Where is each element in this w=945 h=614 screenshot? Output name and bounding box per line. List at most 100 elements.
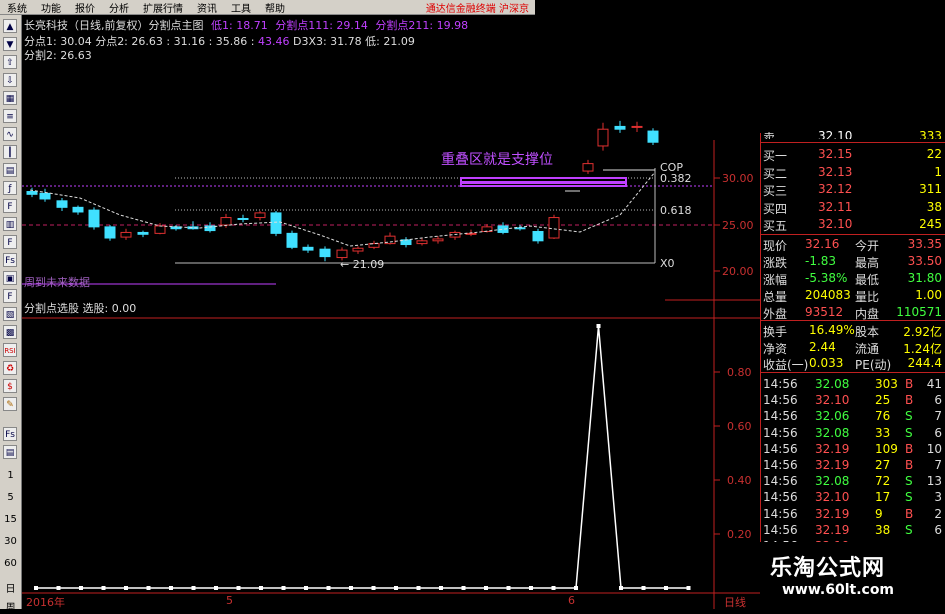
split2-value: 分割2: 26.63 (24, 49, 92, 62)
ask-label: 卖 (763, 131, 776, 139)
stat-value: -5.38% (805, 271, 848, 285)
price-tick-25: 25.00 (722, 219, 754, 232)
stat-key: 量比 (855, 290, 880, 304)
quote-panel: 卖 32.10 333 买一 32.15 22 买二 32.13 1 买三 32.12 311 买… (760, 129, 945, 553)
price-tick-30: 30.00 (722, 172, 754, 185)
tick-count: 7 (934, 458, 942, 472)
tick-price: 32.10 (815, 490, 850, 505)
bid-price: 32.13 (818, 164, 853, 179)
date-label-jun: 6 (568, 594, 575, 607)
bid-volume: 245 (919, 217, 942, 231)
candle-body (582, 163, 594, 172)
tick-volume: 17 (875, 490, 891, 505)
low-marker: ← 21.09 (340, 258, 385, 271)
tick-volume: 38 (875, 522, 891, 537)
tick-volume: 303 (875, 377, 898, 391)
watermark-title: 乐淘公式网 (770, 556, 886, 581)
tick-time: 14:56 (763, 474, 798, 489)
candle-body (286, 232, 298, 248)
tick-time: 14:56 (763, 490, 798, 505)
stat-key: 涨幅 (763, 273, 788, 287)
tick-time: 14:56 (763, 409, 798, 424)
candle-body (120, 231, 132, 238)
chart-header: 长亮科技（日线,前复权）分割点主图 低1: 18.71 分割点111: 29.1… (24, 17, 468, 33)
candle-body (465, 232, 477, 235)
tick-row: 14:56 32.10 17 S 3 (763, 490, 944, 506)
price-tick-20: 20.00 (722, 265, 754, 278)
date-label-year: 2016年 (26, 596, 65, 609)
candlestick-series (26, 120, 659, 262)
stat-key: 净资 (763, 341, 788, 356)
tick-side: B (905, 458, 914, 472)
bid-row: 买三 32.12 311 (763, 182, 944, 198)
stat-key: 总量 (763, 290, 788, 304)
tick-row: 14:56 32.19 27 B 7 (763, 458, 944, 474)
tick-count: 6 (934, 522, 942, 537)
tick-count: 2 (934, 506, 942, 521)
stat-key: 收益(一) (763, 358, 809, 372)
ind-tick-020: 0.20 (727, 528, 752, 541)
stat-value: 31.80 (907, 271, 942, 285)
tick-time: 14:56 (763, 441, 798, 456)
split111-value: 分割点111: 29.14 (275, 19, 368, 32)
candle-body (631, 125, 643, 128)
candle-body (532, 231, 544, 242)
tick-row: 14:56 32.10 25 B 6 (763, 393, 944, 409)
tick-volume: 27 (875, 458, 891, 472)
tick-price: 32.19 (815, 441, 850, 456)
d3x3-low: D3X3: 31.78 低: 21.09 (292, 35, 415, 48)
fib-x0-label: X0 (660, 257, 675, 270)
stat-row: 总量 204083 量比 1.00 (763, 288, 944, 304)
tick-volume: 72 (875, 474, 891, 489)
stat-value: -1.83 (805, 254, 837, 268)
stat-value: 33.35 (907, 237, 942, 251)
stat-key: PE(动) (855, 358, 892, 372)
candle-body (270, 212, 282, 234)
candle-body (56, 200, 68, 208)
tick-side: S (905, 490, 913, 505)
date-label-may: 5 (226, 594, 233, 607)
stat-value: 16.49% (809, 323, 855, 337)
candle-body (548, 217, 560, 239)
stat-key: 流通 (855, 341, 880, 356)
stock-title: 长亮科技（日线,前复权）分割点主图 (24, 19, 204, 32)
stat-key: 现价 (763, 239, 788, 253)
tick-volume: 76 (875, 409, 891, 424)
tick-side: B (905, 506, 914, 521)
ask-price: 32.10 (818, 129, 853, 139)
tick-time: 14:56 (763, 393, 798, 408)
bid-row: 买一 32.15 22 (763, 147, 944, 163)
tick-row: 14:56 32.19 38 S 6 (763, 523, 944, 539)
tick-time: 14:56 (763, 377, 798, 391)
stat-value: 2.92亿 (903, 325, 942, 339)
tick-side: S (905, 522, 913, 537)
tick-time: 14:56 (763, 506, 798, 521)
bid-volume: 311 (919, 182, 942, 196)
tick-price: 32.19 (815, 506, 850, 521)
tick-price: 32.06 (815, 409, 850, 424)
stat-key: 最高 (855, 256, 880, 270)
tick-side: S (905, 409, 913, 424)
stat-key: 涨跌 (763, 256, 788, 270)
indicator-line (36, 325, 689, 589)
stat-value: 110571 (896, 305, 942, 319)
tick-volume: 9 (875, 506, 883, 521)
bid-price: 32.12 (818, 182, 853, 196)
candle-body (614, 125, 626, 130)
future-data-note: 周到未来数据 (24, 276, 90, 289)
candle-body (137, 231, 149, 235)
fib-0618-label: 0.618 (660, 204, 692, 217)
stat-value: 1.00 (915, 288, 942, 302)
tick-count: 6 (934, 393, 942, 408)
bid-row: 买五 32.10 245 (763, 217, 944, 233)
stat-value: 33.50 (907, 254, 942, 268)
bid-label: 买二 (763, 166, 788, 181)
bid-volume: 1 (934, 164, 942, 179)
tick-row: 14:56 32.19 109 B 10 (763, 442, 944, 458)
split211-value: 分割点211: 19.98 (375, 19, 469, 32)
stat-row: 换手 16.49% 股本 2.92亿 (763, 323, 944, 339)
stat-row: 收益(一) 0.033 PE(动) 244.4 (763, 356, 944, 372)
tick-count: 6 (934, 425, 942, 440)
candle-body (336, 249, 348, 259)
overlap-annotation: 重叠区就是支撑位 (441, 152, 553, 168)
